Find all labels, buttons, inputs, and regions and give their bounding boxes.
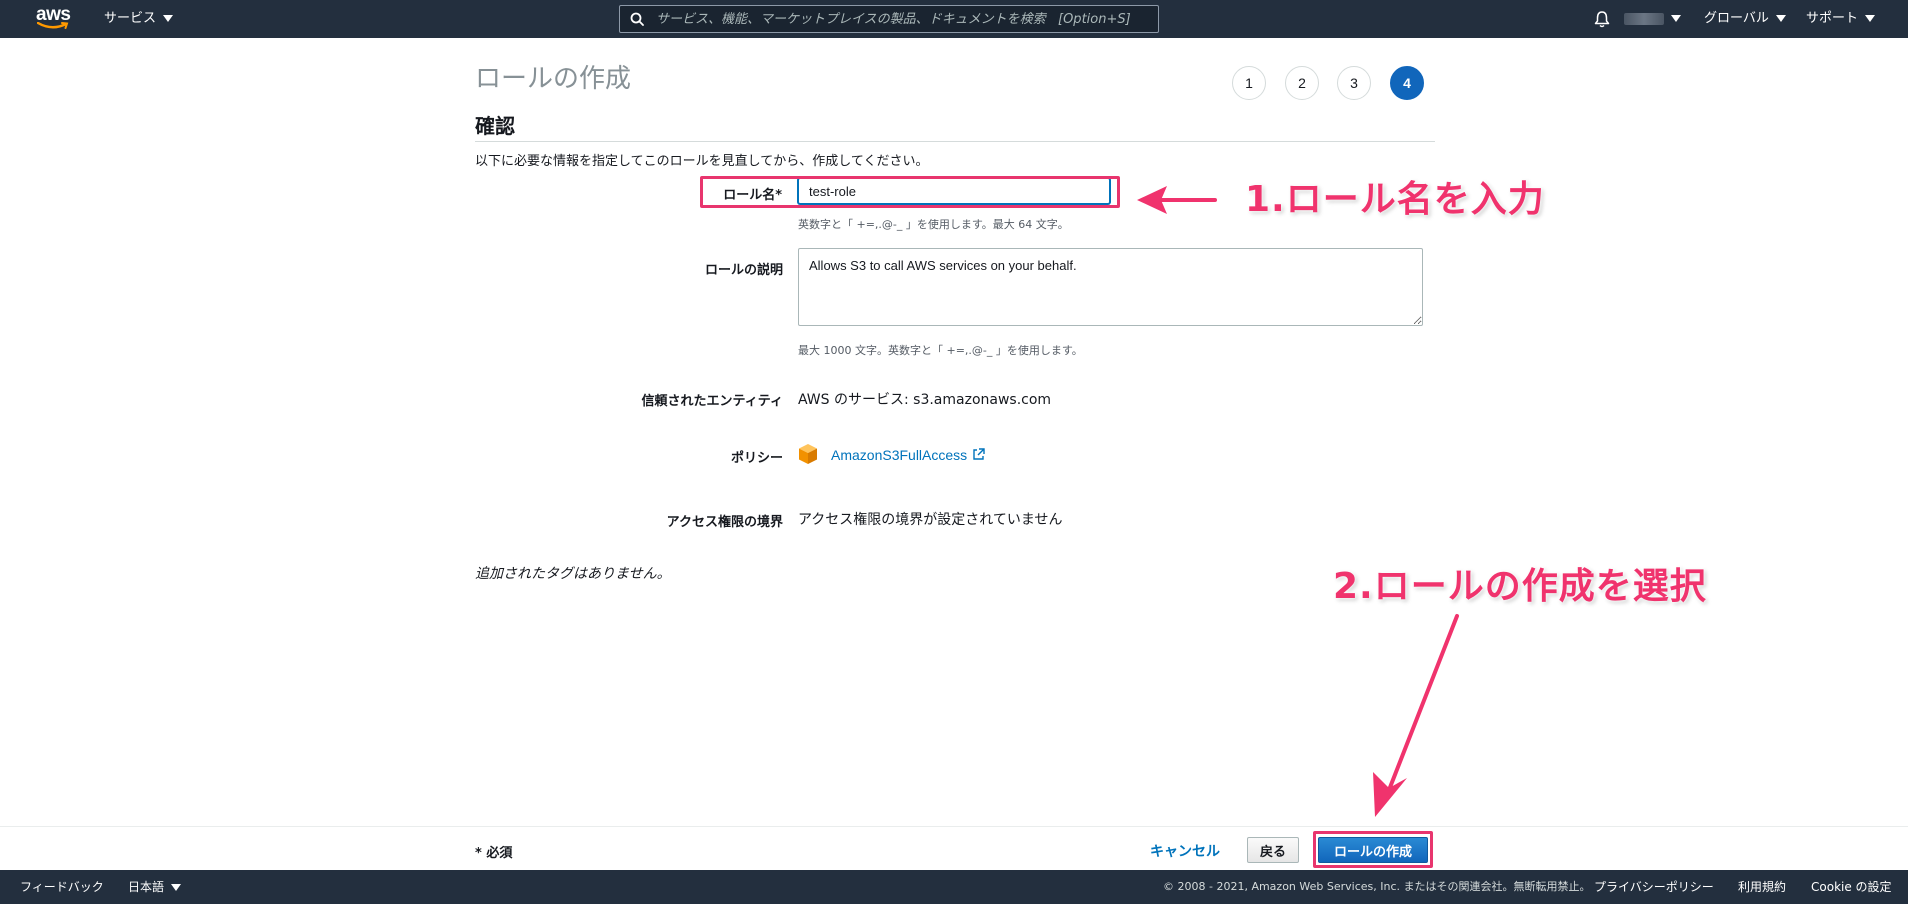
footer-language-label: 日本語 [128, 880, 165, 894]
highlight-create-button-box [1313, 831, 1433, 868]
region-menu[interactable]: グローバル [1704, 0, 1786, 38]
support-menu[interactable]: サポート [1806, 0, 1876, 38]
chevron-down-icon [1775, 15, 1786, 22]
trusted-entity-value: AWS のサービス: s3.amazonaws.com [798, 392, 1052, 408]
intro-text: 以下に必要な情報を指定してこのロールを見直してから、作成してください。 [475, 154, 929, 169]
role-description-label: ロールの説明 [704, 263, 783, 278]
support-menu-label: サポート [1806, 11, 1859, 26]
policy-link-label: AmazonS3FullAccess [831, 447, 968, 463]
step-1[interactable]: 1 [1232, 66, 1266, 100]
footer-feedback-link[interactable]: フィードバック [20, 870, 104, 904]
account-name-redacted [1624, 12, 1664, 25]
chevron-down-icon [1865, 15, 1876, 22]
page-title: ロールの作成 [475, 64, 632, 94]
back-button[interactable]: 戻る [1247, 837, 1300, 863]
footer-language-menu[interactable]: 日本語 [128, 870, 182, 904]
cancel-button[interactable]: キャンセル [1150, 841, 1220, 861]
services-menu-label: サービス [104, 11, 157, 26]
permissions-boundary-label: アクセス権限の境界 [666, 515, 783, 530]
section-divider [475, 141, 1435, 142]
step-4-active: 4 [1390, 66, 1424, 100]
aws-logo[interactable]: aws [36, 5, 72, 32]
step-3[interactable]: 3 [1337, 66, 1371, 100]
policy-cube-icon [799, 444, 817, 464]
policy-link[interactable]: AmazonS3FullAccess [831, 447, 985, 463]
account-menu[interactable] [1624, 0, 1681, 38]
external-link-icon [973, 448, 985, 460]
footer-cookie-link[interactable]: Cookie の設定 [1811, 870, 1892, 904]
annotation-step2: 2.ロールの作成を選択 [1333, 566, 1707, 607]
footer: フィードバック 日本語 © 2008 - 2021, Amazon Web Se… [0, 870, 1908, 904]
services-menu[interactable]: サービス [104, 0, 174, 38]
footer-terms-link[interactable]: 利用規約 [1738, 870, 1786, 904]
arrow-left-icon [1137, 186, 1217, 214]
chevron-down-icon [171, 884, 182, 891]
policy-label: ポリシー [730, 451, 783, 466]
search-icon [630, 12, 644, 26]
trusted-entity-label: 信頼されたエンティティ [641, 394, 783, 409]
role-description-hint: 最大 1000 文字。英数字と「 +=,.@-_ 」を使用します。 [798, 344, 1083, 357]
footer-copyright: © 2008 - 2021, Amazon Web Services, Inc.… [1163, 880, 1591, 893]
top-navigation-bar: aws サービス グローバル サポート [0, 0, 1908, 38]
required-note: * 必須 [475, 846, 513, 861]
annotation-step1: 1.ロール名を入力 [1245, 179, 1545, 220]
global-search[interactable] [619, 5, 1159, 33]
chevron-down-icon [1671, 15, 1681, 22]
step-2[interactable]: 2 [1285, 66, 1319, 100]
role-description-textarea[interactable]: Allows S3 to call AWS services on your b… [798, 248, 1423, 326]
arrow-down-icon [1373, 614, 1459, 817]
policy-link-wrap: AmazonS3FullAccess [831, 447, 985, 464]
search-input[interactable] [656, 6, 1156, 32]
no-tags-message: 追加されたタグはありません。 [475, 566, 671, 582]
footer-privacy-link[interactable]: プライバシーポリシー [1594, 870, 1714, 904]
wizard-action-bar: * 必須 キャンセル 戻る ロールの作成 [0, 826, 1908, 870]
highlight-role-name-box [700, 176, 1120, 208]
aws-smile-icon [37, 22, 69, 29]
role-name-hint: 英数字と「 +=,.@-_ 」を使用します。最大 64 文字。 [798, 218, 1069, 231]
chevron-down-icon [163, 15, 174, 22]
region-menu-label: グローバル [1704, 11, 1769, 26]
permissions-boundary-value: アクセス権限の境界が設定されていません [798, 512, 1063, 528]
section-title-review: 確認 [475, 114, 515, 138]
bell-icon[interactable] [1594, 10, 1610, 28]
